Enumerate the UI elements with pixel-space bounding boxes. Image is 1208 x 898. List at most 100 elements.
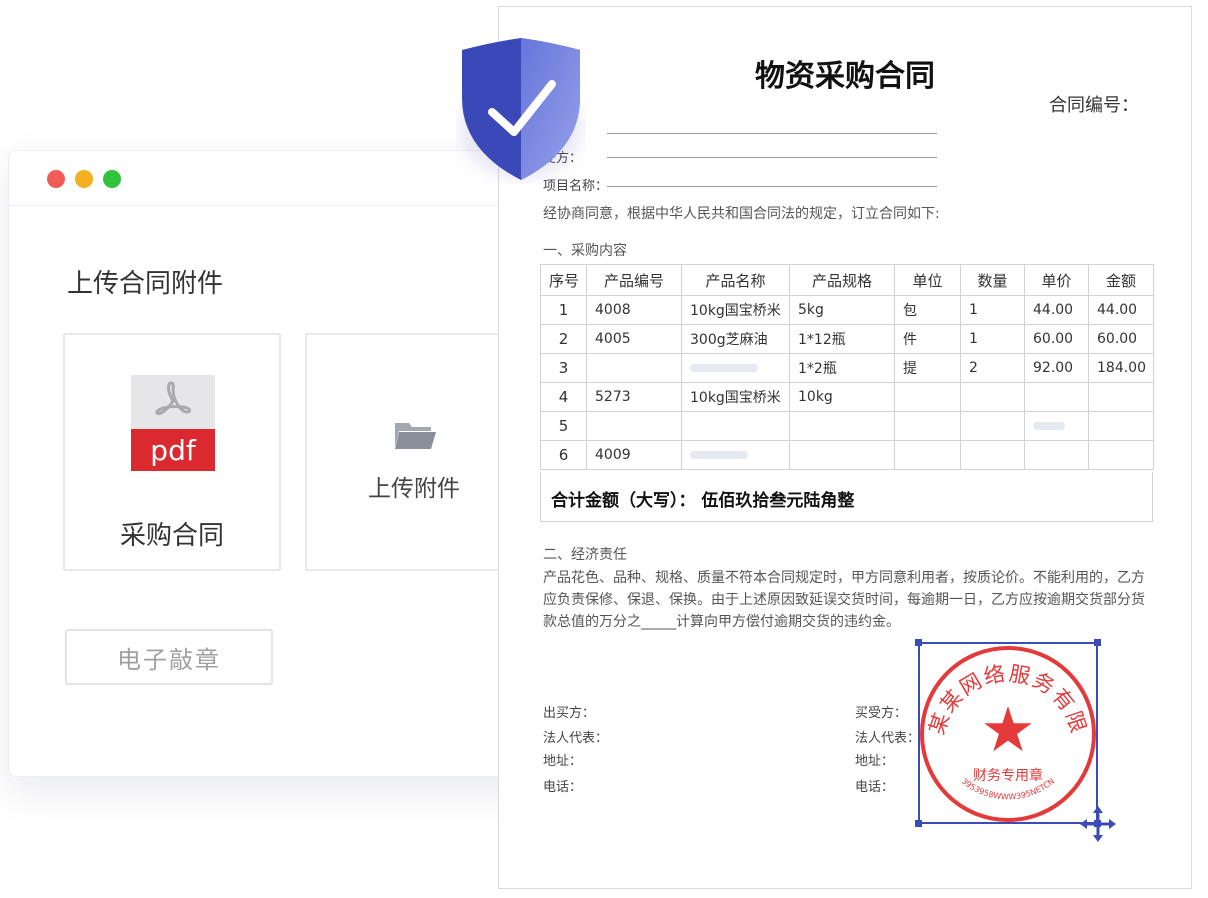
table-row: 3 1*2瓶 提 2 92.00 184.00 (540, 353, 1154, 383)
acrobat-icon (155, 381, 192, 415)
table-cell (789, 440, 895, 470)
table-cell-redacted (681, 353, 790, 383)
table-cell (960, 411, 1025, 441)
party-a-line (607, 133, 937, 134)
table-cell: 包 (894, 295, 961, 325)
table-row: 5 (540, 411, 1154, 441)
upload-attachment-label: 上传附件 (368, 476, 460, 502)
close-window-button[interactable] (47, 170, 65, 188)
redacted-placeholder (1033, 422, 1065, 430)
table-cell (586, 353, 682, 383)
table-cell: 10kg国宝桥米 (681, 382, 790, 412)
column-header: 产品编号 (586, 264, 682, 296)
column-header: 数量 (960, 264, 1025, 296)
contract-file-label: 采购合同 (119, 521, 224, 551)
column-header: 单位 (894, 264, 961, 296)
table-cell: 5273 (586, 382, 682, 412)
minimize-window-button[interactable] (75, 170, 93, 188)
table-row: 2 4005 300g芝麻油 1*12瓶 件 1 60.00 60.00 (540, 324, 1154, 354)
table-cell: 1*2瓶 (789, 353, 895, 383)
table-cell-redacted (681, 440, 790, 470)
table-cell: 提 (894, 353, 961, 383)
table-cell: 60.00 (1088, 324, 1154, 354)
table-cell-redacted (1024, 411, 1089, 441)
table-cell (960, 440, 1025, 470)
table-cell: 92.00 (1024, 353, 1089, 383)
buyer-party-label: 出买方： (543, 706, 596, 721)
folder-icon (395, 423, 436, 449)
table-cell: 件 (894, 324, 961, 354)
column-header: 单价 (1024, 264, 1089, 296)
table-cell (960, 382, 1025, 412)
column-header: 产品规格 (789, 264, 895, 296)
table-cell (1024, 382, 1089, 412)
contract-file-card[interactable]: pdf 采购合同 (63, 333, 281, 571)
table-cell (894, 440, 961, 470)
total-amount: 合计金额（大写）： 伍佰玖拾叁元陆角整 (540, 472, 1153, 522)
party-b-line (607, 157, 937, 158)
table-row: 6 4009 (540, 440, 1154, 470)
table-cell: 2 (540, 324, 587, 354)
column-header: 序号 (540, 264, 587, 296)
table-cell (894, 411, 961, 441)
table-cell: 1 (960, 324, 1025, 354)
company-seal[interactable]: 上海某某网络服务有限公司 财务专用章 3953958WWW395NETCN (918, 642, 1098, 824)
contract-title: 物资采购合同 (755, 59, 935, 94)
table-cell: 1 (540, 295, 587, 325)
table-cell: 10kg国宝桥米 (681, 295, 790, 325)
upload-window: 上传合同附件 pdf 采购合同 上传附件 电子敲章 (8, 150, 570, 777)
buyer-phone-label: 电话： (543, 780, 583, 795)
table-header-row: 序号 产品编号 产品名称 产品规格 单位 数量 单价 金额 (540, 264, 1154, 296)
table-cell: 1 (960, 295, 1025, 325)
table-cell: 184.00 (1088, 353, 1154, 383)
table-cell: 3 (540, 353, 587, 383)
table-cell: 4008 (586, 295, 682, 325)
table-cell (1088, 382, 1154, 412)
buyer-rep-label: 法人代表： (543, 731, 609, 746)
section-2-heading: 二、经济责任 (543, 547, 627, 563)
table-cell: 2 (960, 353, 1025, 383)
table-cell (894, 382, 961, 412)
electronic-seal-button[interactable]: 电子敲章 (65, 629, 273, 685)
seller-party-label: 买受方： (855, 706, 908, 721)
contract-intro: 经协商同意，根据中华人民共和国合同法的规定，订立合同如下: (543, 206, 940, 222)
table-cell: 10kg (789, 382, 895, 412)
seller-rep-label: 法人代表： (855, 731, 921, 746)
shield-check-icon (459, 38, 583, 180)
table-cell: 6 (540, 440, 587, 470)
table-cell (586, 411, 682, 441)
table-cell (789, 411, 895, 441)
table-cell: 4005 (586, 324, 682, 354)
move-icon[interactable] (1080, 806, 1116, 842)
table-cell: 5kg (789, 295, 895, 325)
items-table: 序号 产品编号 产品名称 产品规格 单位 数量 单价 金额 1 4008 10k… (540, 264, 1154, 470)
contract-number-label: 合同编号： (1049, 95, 1139, 116)
upload-attachment-card[interactable]: 上传附件 (305, 333, 523, 571)
table-row: 1 4008 10kg国宝桥米 5kg 包 1 44.00 44.00 (540, 295, 1154, 325)
pdf-file-icon: pdf (131, 375, 215, 471)
table-cell: 300g芝麻油 (681, 324, 790, 354)
table-cell: 60.00 (1024, 324, 1089, 354)
seller-phone-label: 电话： (855, 780, 895, 795)
redacted-placeholder (690, 364, 758, 372)
pdf-type-label: pdf (150, 434, 196, 467)
project-name-line (607, 186, 937, 187)
seal-label: 财务专用章 (973, 767, 1043, 784)
table-cell: 44.00 (1024, 295, 1089, 325)
maximize-window-button[interactable] (103, 170, 121, 188)
table-cell: 4 (540, 382, 587, 412)
table-cell: 1*12瓶 (789, 324, 895, 354)
upload-section-title: 上传合同附件 (67, 269, 224, 299)
table-cell: 4009 (586, 440, 682, 470)
table-cell: 5 (540, 411, 587, 441)
table-cell (681, 411, 790, 441)
redacted-placeholder (690, 451, 748, 459)
buyer-address-label: 地址： (543, 754, 583, 769)
section-1-heading: 一、采购内容 (543, 243, 627, 259)
column-header: 金额 (1088, 264, 1154, 296)
seal-star (984, 706, 1032, 752)
table-cell: 44.00 (1088, 295, 1154, 325)
section-2-text: 产品花色、品种、规格、质量不符本合同规定时，甲方同意利用者，按质论价。不能利用的… (543, 570, 1145, 630)
table-cell (1088, 411, 1154, 441)
table-cell (1088, 440, 1154, 470)
